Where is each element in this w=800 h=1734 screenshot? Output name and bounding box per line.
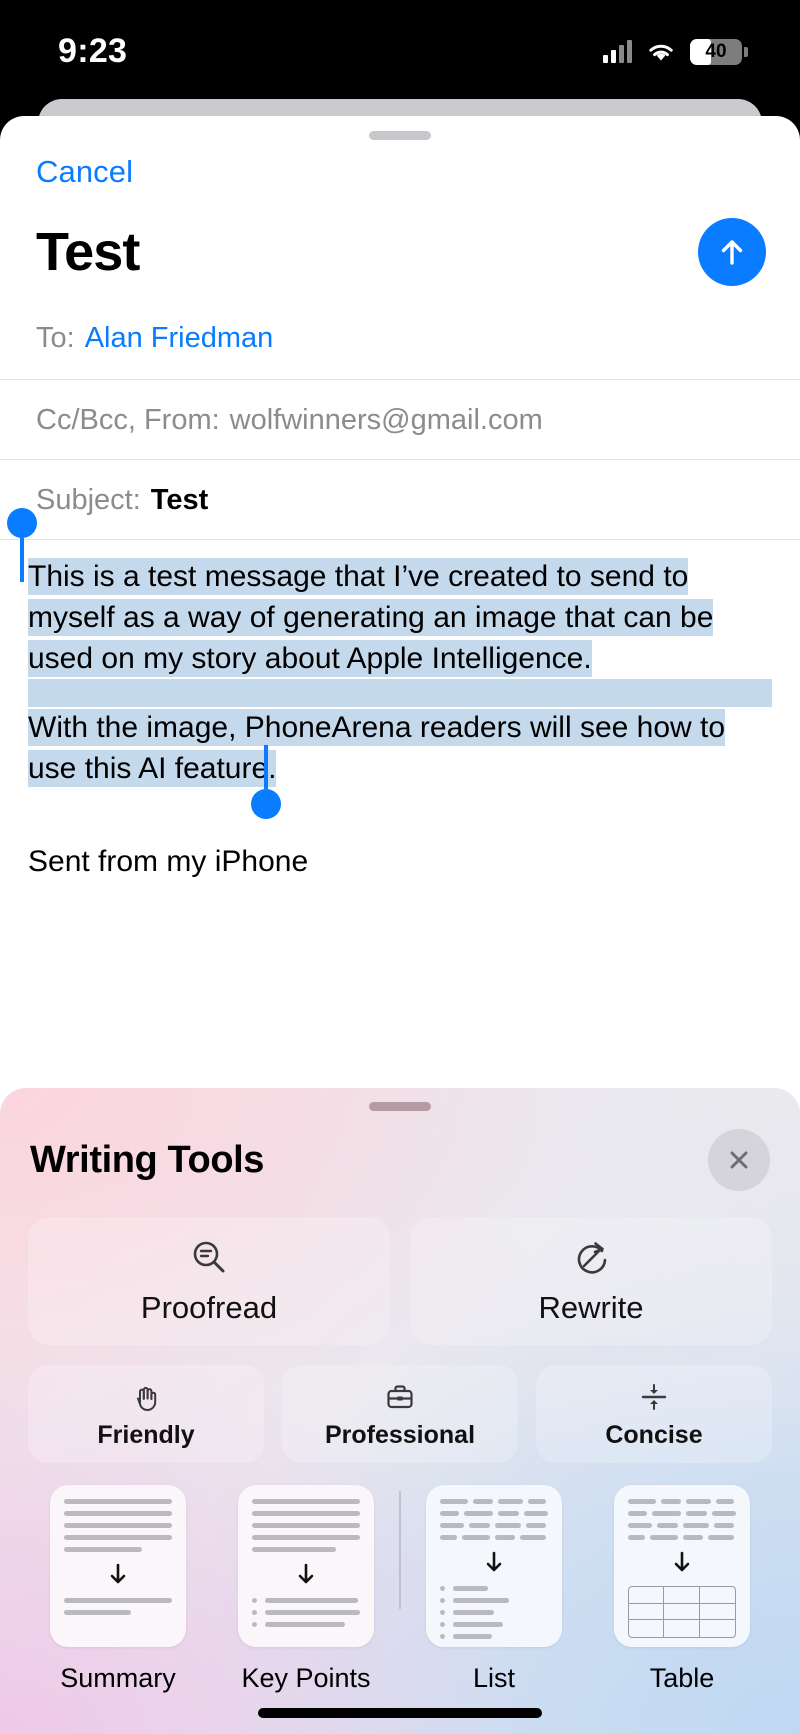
- transform-actions-row: Summary Key Points List Table: [0, 1463, 800, 1694]
- message-body-area[interactable]: This is a test message that I’ve created…: [0, 508, 800, 879]
- to-value[interactable]: Alan Friedman: [85, 322, 274, 355]
- sheet-grabber[interactable]: [369, 131, 431, 140]
- waving-hand-icon: [129, 1379, 163, 1415]
- to-label: To:: [36, 322, 75, 354]
- phone-screen: 9:23 40 Cancel Test To: Alan Friedman Cc…: [0, 0, 800, 1734]
- rewrite-button[interactable]: Rewrite: [410, 1217, 772, 1345]
- writing-tools-panel: Writing Tools Proofread Rewrite Friendly…: [0, 1088, 800, 1734]
- document-list-icon: [426, 1485, 562, 1647]
- status-indicators: 40: [603, 38, 748, 65]
- table-action[interactable]: Table: [588, 1485, 776, 1694]
- summary-action[interactable]: Summary: [24, 1485, 212, 1694]
- selection-start-handle[interactable]: [7, 508, 37, 582]
- subject-field[interactable]: Subject: Test: [0, 460, 800, 540]
- body-paragraph-1: This is a test message that I’ve created…: [28, 558, 714, 678]
- primary-actions-row: Proofread Rewrite: [0, 1191, 800, 1345]
- message-body[interactable]: This is a test message that I’ve created…: [28, 540, 772, 820]
- key-points-label: Key Points: [241, 1663, 371, 1693]
- compress-arrows-icon: [637, 1379, 671, 1415]
- close-button[interactable]: [708, 1129, 770, 1191]
- selection-end-handle[interactable]: [251, 745, 281, 820]
- signature-text: Sent from my iPhone: [28, 845, 309, 879]
- status-bar: 9:23 40: [0, 0, 800, 95]
- tone-actions-row: Friendly Professional Concise: [0, 1345, 800, 1463]
- body-paragraph-2: With the image, PhoneArena readers will …: [28, 709, 726, 788]
- battery-icon: 40: [690, 38, 748, 65]
- close-icon: [725, 1146, 753, 1174]
- document-summary-icon: [50, 1485, 186, 1647]
- page-title: Test: [36, 222, 140, 282]
- document-table-icon: [614, 1485, 750, 1647]
- recipient-fields: To: Alan Friedman Cc/Bcc, From: wolfwinn…: [0, 322, 800, 540]
- professional-button[interactable]: Professional: [282, 1365, 518, 1463]
- cellular-signal-icon: [603, 39, 632, 63]
- status-time: 9:23: [58, 32, 128, 70]
- friendly-label: Friendly: [97, 1420, 195, 1449]
- send-button[interactable]: [698, 218, 766, 286]
- writing-tools-grabber[interactable]: [369, 1102, 431, 1111]
- from-value[interactable]: wolfwinners@gmail.com: [230, 404, 543, 437]
- wifi-icon: [646, 41, 676, 63]
- professional-label: Professional: [324, 1420, 476, 1449]
- rewrite-label: Rewrite: [538, 1290, 644, 1325]
- briefcase-icon: [383, 1379, 417, 1415]
- subject-label: Subject:: [36, 484, 141, 516]
- key-points-action[interactable]: Key Points: [212, 1485, 400, 1694]
- cancel-button[interactable]: Cancel: [36, 154, 800, 190]
- proofread-label: Proofread: [140, 1290, 278, 1325]
- list-label: List: [472, 1663, 516, 1693]
- subject-value[interactable]: Test: [151, 484, 208, 517]
- cc-bcc-from-field[interactable]: Cc/Bcc, From: wolfwinners@gmail.com: [0, 380, 800, 460]
- circular-arrow-pencil-icon: [570, 1236, 612, 1280]
- to-field[interactable]: To: Alan Friedman: [0, 322, 800, 380]
- table-label: Table: [649, 1663, 715, 1693]
- concise-label: Concise: [605, 1420, 703, 1449]
- home-indicator[interactable]: [258, 1708, 542, 1718]
- writing-tools-title: Writing Tools: [30, 1138, 265, 1181]
- writing-tools-header: Writing Tools: [0, 1111, 800, 1191]
- summary-label: Summary: [60, 1663, 176, 1693]
- friendly-button[interactable]: Friendly: [28, 1365, 264, 1463]
- selection-gap: [28, 679, 772, 708]
- compose-header: Test: [0, 190, 800, 286]
- mini-table-graphic: [628, 1586, 736, 1638]
- arrow-up-icon: [715, 235, 749, 269]
- column-divider: [399, 1491, 401, 1609]
- battery-percent: 40: [705, 40, 727, 62]
- list-action[interactable]: List: [400, 1485, 588, 1694]
- magnifier-lines-icon: [188, 1236, 230, 1280]
- concise-button[interactable]: Concise: [536, 1365, 772, 1463]
- cc-bcc-label: Cc/Bcc, From:: [36, 404, 220, 436]
- proofread-button[interactable]: Proofread: [28, 1217, 390, 1345]
- document-key-points-icon: [238, 1485, 374, 1647]
